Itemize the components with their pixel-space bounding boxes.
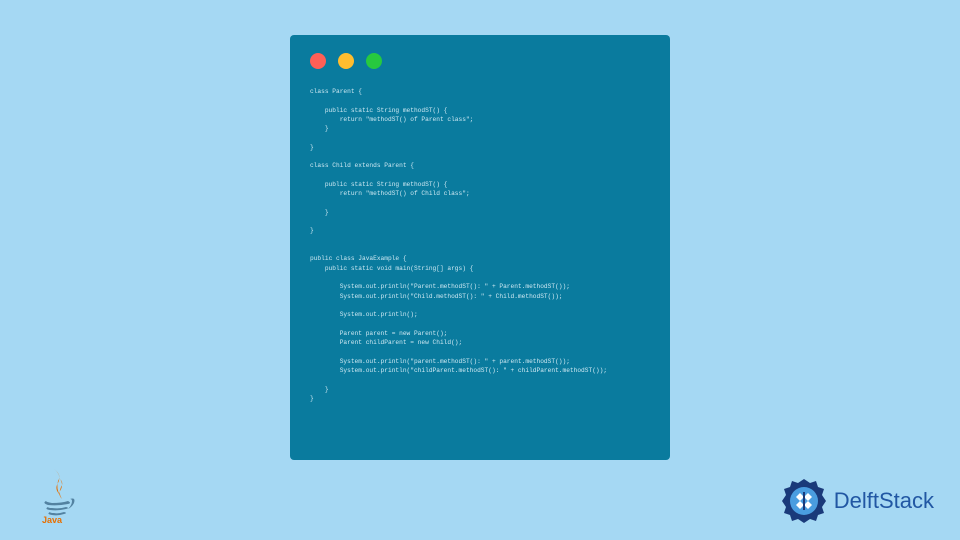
code-line: System.out.println("parent.methodST(): "…: [310, 358, 570, 365]
svg-text:Java: Java: [42, 515, 63, 525]
code-snippet-card: class Parent { public static String meth…: [290, 35, 670, 460]
code-line: public static String methodST() {: [310, 107, 447, 114]
delftstack-brand-text: DelftStack: [834, 488, 934, 514]
code-line: }: [310, 395, 314, 402]
code-line: public class JavaExample {: [310, 255, 407, 262]
code-line: return "methodST() of Parent class";: [310, 116, 473, 123]
code-line: class Child extends Parent {: [310, 162, 414, 169]
close-icon: [310, 53, 326, 69]
code-line: class Parent {: [310, 88, 362, 95]
delftstack-medallion-icon: [780, 477, 828, 525]
code-line: System.out.println("Child.methodST(): " …: [310, 293, 563, 300]
code-line: System.out.println();: [310, 311, 418, 318]
delftstack-logo: DelftStack: [780, 477, 934, 525]
maximize-icon: [366, 53, 382, 69]
code-line: }: [310, 209, 329, 216]
code-line: System.out.println("childParent.methodST…: [310, 367, 607, 374]
code-line: }: [310, 386, 329, 393]
window-controls: [310, 53, 650, 69]
java-logo-icon: Java: [36, 465, 80, 525]
code-line: public static void main(String[] args) {: [310, 265, 473, 272]
code-line: }: [310, 125, 329, 132]
code-line: public static String methodST() {: [310, 181, 447, 188]
code-line: return "methodST() of Child class";: [310, 190, 470, 197]
code-line: System.out.println("Parent.methodST(): "…: [310, 283, 570, 290]
code-line: }: [310, 227, 314, 234]
code-line: }: [310, 144, 314, 151]
minimize-icon: [338, 53, 354, 69]
code-line: Parent childParent = new Child();: [310, 339, 462, 346]
code-line: Parent parent = new Parent();: [310, 330, 447, 337]
code-block: class Parent { public static String meth…: [310, 87, 650, 403]
